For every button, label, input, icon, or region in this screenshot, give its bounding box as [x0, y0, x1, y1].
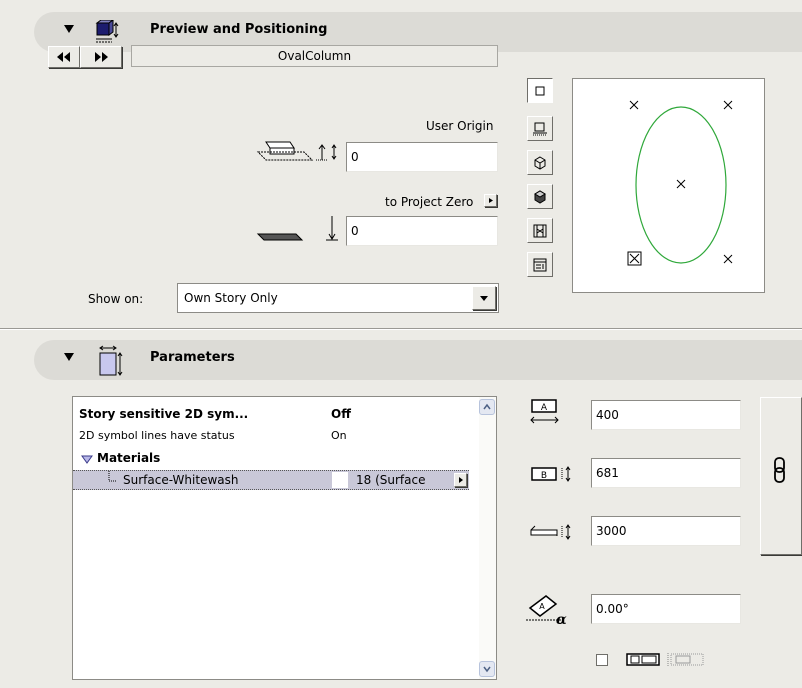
parameter-name: 2D symbol lines have status: [79, 429, 235, 442]
view-3d-wire-button[interactable]: [527, 150, 553, 175]
material-popup-button[interactable]: [454, 473, 467, 487]
mirror-checkbox[interactable]: [596, 654, 608, 666]
height-input[interactable]: 3000: [591, 516, 741, 546]
svg-text:α: α: [556, 612, 567, 628]
mirror-object-icon: [626, 653, 660, 666]
rotation-angle-icon: A α: [526, 595, 567, 628]
parameters-section-title: Parameters: [150, 350, 235, 365]
parameter-name: Story sensitive 2D sym...: [79, 407, 249, 421]
view-section-button[interactable]: [527, 218, 553, 243]
view-3d-shaded-button[interactable]: [527, 184, 553, 209]
cube-wire-icon: [534, 155, 546, 170]
project-zero-elevation-icon: [256, 216, 338, 241]
cube-shaded-icon: [534, 189, 546, 204]
elevation-icon: [533, 122, 547, 135]
previous-object-button[interactable]: [48, 46, 80, 68]
next-object-button[interactable]: [80, 46, 122, 68]
parameter-value: On: [331, 429, 347, 442]
show-on-dropdown-button[interactable]: [472, 286, 496, 310]
preview-positioning-icon: [95, 20, 119, 43]
width-a-icon: A: [530, 399, 559, 424]
parameter-list[interactable]: Story sensitive 2D sym... Off 2D symbol …: [72, 396, 497, 680]
user-origin-input[interactable]: 0: [346, 142, 498, 172]
view-elevation-button[interactable]: [527, 116, 553, 141]
oval-column-preview: [627, 100, 733, 266]
small-right-arrow-icon: [459, 477, 463, 483]
material-value: 18 (Surface: [356, 473, 426, 487]
svg-text:A: A: [541, 403, 548, 413]
mirror-preview-icon: [667, 653, 704, 667]
show-on-dropdown[interactable]: Own Story Only: [177, 283, 499, 313]
show-on-label: Show on:: [88, 292, 144, 306]
collapse-triangle-icon[interactable]: [64, 353, 74, 361]
view-2d-symbol-button[interactable]: [527, 78, 553, 103]
svg-text:B: B: [541, 471, 547, 481]
angle-input[interactable]: 0.00°: [591, 594, 741, 624]
object-name: OvalColumn: [277, 49, 352, 63]
project-zero-label: to Project Zero: [385, 195, 474, 209]
material-row[interactable]: Surface-Whitewash 18 (Surface: [73, 470, 469, 490]
section-icon: [533, 224, 547, 237]
chain-icon: [774, 457, 785, 483]
show-on-value: Own Story Only: [184, 291, 278, 305]
chevron-down-icon: [480, 296, 488, 301]
small-right-arrow-icon: [489, 198, 493, 203]
svg-text:A: A: [539, 602, 545, 611]
material-swatch: [332, 472, 348, 488]
section-divider-highlight: [0, 329, 802, 330]
width-a-input[interactable]: 400: [591, 400, 741, 430]
double-left-arrow-icon: [57, 52, 70, 62]
project-zero-popup-button[interactable]: [484, 194, 497, 207]
width-b-input[interactable]: 681: [591, 458, 741, 488]
parameter-value: Off: [331, 407, 351, 421]
collapse-triangle-icon[interactable]: [64, 25, 74, 33]
parameters-icon: [99, 345, 123, 376]
project-zero-input[interactable]: 0: [346, 216, 498, 246]
link-proportions-button[interactable]: [760, 397, 802, 555]
user-origin-elevation-icon: [256, 141, 337, 161]
scroll-up-button[interactable]: [479, 399, 495, 415]
list-icon: [533, 258, 547, 271]
material-name: Surface-Whitewash: [123, 473, 239, 487]
scroll-down-button[interactable]: [479, 661, 495, 677]
preview-canvas[interactable]: [572, 78, 765, 293]
chevron-down-icon: [483, 666, 491, 673]
double-right-arrow-icon: [95, 52, 108, 62]
tree-line-icon: [108, 471, 117, 482]
chevron-up-icon: [483, 403, 491, 410]
width-b-icon: B: [531, 466, 571, 482]
expand-triangle-icon[interactable]: [81, 454, 93, 466]
user-origin-label: User Origin: [426, 119, 494, 133]
view-list-button[interactable]: [527, 252, 553, 277]
height-icon: [530, 524, 571, 540]
parameters-section-header[interactable]: Parameters: [34, 340, 802, 380]
square-icon: [535, 86, 545, 95]
object-name-display: OvalColumn: [131, 45, 498, 67]
materials-label: Materials: [97, 451, 161, 465]
preview-section-title: Preview and Positioning: [150, 22, 328, 37]
list-scrollbar[interactable]: [479, 397, 496, 679]
